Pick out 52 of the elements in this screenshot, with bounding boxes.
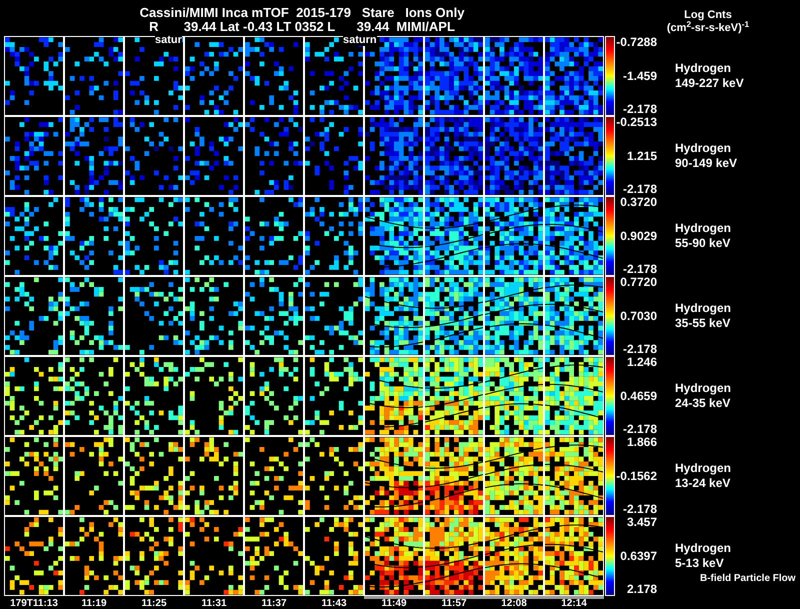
energy-range: 35-55 keV <box>675 316 732 331</box>
time-label: 11:31 <box>201 599 227 609</box>
scale-mid-value: 0.9029 <box>620 230 657 242</box>
time-label: 11:37 <box>261 599 287 609</box>
time-label: 11:25 <box>141 599 167 609</box>
units-title: Log Cnts <box>684 9 732 21</box>
scale-max-value: -0.2513 <box>616 117 657 128</box>
planet-label: saturn <box>343 35 377 46</box>
scale-min-value: -2.178 <box>622 424 657 435</box>
energy-range: 5-13 keV <box>675 556 725 571</box>
species-label: Hydrogen <box>675 301 732 316</box>
scale-mid-value: 0.6397 <box>620 550 657 562</box>
time-label: 11:57 <box>441 599 467 609</box>
scale-mid-value: 1.215 <box>626 150 657 162</box>
scale-min-value: -2.178 <box>622 104 657 115</box>
scale-min-value: -2.178 <box>622 344 657 355</box>
species-label: Hydrogen <box>675 61 732 76</box>
time-label: 12:08 <box>501 599 527 609</box>
species-label: Hydrogen <box>675 541 732 556</box>
scale-max-value: 3.457 <box>626 517 657 528</box>
time-label: 11:43 <box>321 599 347 609</box>
species-label: Hydrogen <box>675 221 732 236</box>
energy-range: 90-149 keV <box>675 156 738 171</box>
time-label: 12:14 <box>561 599 587 609</box>
plot-title: Cassini/MIMI Inca mTOF 2015-179 Stare Ions Only <box>140 6 464 20</box>
energy-range: 24-35 keV <box>675 396 732 411</box>
scale-min-value: -2.178 <box>622 264 657 275</box>
scale-mid-value: -0.1562 <box>616 470 657 482</box>
scale-min-value: -2.178 <box>622 504 657 515</box>
species-label: Hydrogen <box>675 381 732 396</box>
scale-max-value: 1.246 <box>626 357 657 368</box>
species-label: Hydrogen <box>675 141 732 156</box>
planet-label: satur <box>155 35 182 46</box>
time-label: 11:49 <box>381 599 407 609</box>
footnote: B-field Particle Flow <box>700 572 796 586</box>
scale-max-value: 0.7720 <box>620 277 657 288</box>
scale-mid-value: 0.4659 <box>620 390 657 402</box>
time-label: 179T11:13 <box>10 599 58 609</box>
scale-max-value: 1.866 <box>626 437 657 448</box>
scale-max-value: 0.3720 <box>620 197 657 208</box>
scale-mid-value: 0.7030 <box>620 310 657 322</box>
energy-range: 149-227 keV <box>675 76 744 91</box>
plot-subtitle: R 39.44 Lat -0.43 LT 0352 L 39.44 MIMI/APL <box>149 20 455 34</box>
time-label: 11:19 <box>81 599 107 609</box>
units-label: (cm$^{2}$-sr-s-keV)$^{-1}$ <box>666 22 750 35</box>
scale-min-value: -2.178 <box>622 184 657 195</box>
energy-range: 13-24 keV <box>675 476 732 491</box>
species-label: Hydrogen <box>675 461 732 476</box>
scale-min-value: 2.178 <box>626 584 657 595</box>
scale-max-value: -0.7288 <box>616 37 657 48</box>
scale-mid-value: -1.459 <box>622 70 657 82</box>
energy-range: 55-90 keV <box>675 236 732 251</box>
